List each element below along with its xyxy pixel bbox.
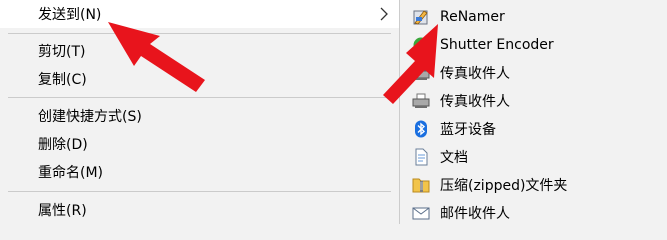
submenu-item-bluetooth[interactable]: 蓝牙设备 xyxy=(400,115,667,143)
chevron-right-icon xyxy=(380,7,388,21)
renamer-icon xyxy=(413,10,428,25)
submenu-item-label: ReNamer xyxy=(440,9,505,25)
submenu-item-label: 蓝牙设备 xyxy=(440,122,496,138)
submenu-item-label: 传真收件人 xyxy=(440,94,510,110)
menu-item-label: 重命名(M) xyxy=(38,165,104,181)
submenu-item-shutter-encoder[interactable]: Shutter Encoder xyxy=(400,31,667,59)
submenu-item-documents[interactable]: 文档 xyxy=(400,143,667,171)
mail-icon xyxy=(412,207,430,220)
submenu-item-renamer[interactable]: ReNamer xyxy=(400,3,667,31)
menu-item-properties[interactable]: 属性(R) xyxy=(0,196,399,224)
send-to-submenu: ReNamer Shutter Encoder 传真收件人 传真收件人 蓝牙设备 xyxy=(399,0,667,224)
menu-item-label: 发送到(N) xyxy=(38,7,102,23)
menu-item-label: 复制(C) xyxy=(38,72,87,88)
submenu-item-zip-folder[interactable]: 压缩(zipped)文件夹 xyxy=(400,171,667,199)
menu-item-cut[interactable]: 剪切(T) xyxy=(0,37,399,65)
fax-icon xyxy=(412,93,430,108)
documents-icon xyxy=(415,148,428,166)
submenu-item-fax-recipient[interactable]: 传真收件人 xyxy=(400,59,667,87)
menu-item-label: 剪切(T) xyxy=(38,44,86,60)
menu-item-label: 创建快捷方式(S) xyxy=(38,109,142,125)
submenu-item-label: 文档 xyxy=(440,150,468,166)
submenu-item-label: 传真收件人 xyxy=(440,66,510,82)
menu-item-label: 属性(R) xyxy=(38,203,87,219)
shutter-encoder-icon xyxy=(413,37,429,53)
menu-item-create-shortcut[interactable]: 创建快捷方式(S) xyxy=(0,102,399,130)
menu-item-delete[interactable]: 删除(D) xyxy=(0,130,399,158)
submenu-item-label: Shutter Encoder xyxy=(440,37,554,53)
menu-separator xyxy=(8,33,391,34)
menu-separator xyxy=(8,191,391,192)
submenu-item-label: 压缩(zipped)文件夹 xyxy=(440,178,568,194)
submenu-item-label: 邮件收件人 xyxy=(440,206,510,222)
menu-item-label: 删除(D) xyxy=(38,137,88,153)
context-menu: 发送到(N) 剪切(T) 复制(C) 创建快捷方式(S) 删除(D) 重命名(M… xyxy=(0,0,399,224)
menu-item-send-to[interactable]: 发送到(N) xyxy=(0,0,399,28)
bluetooth-icon xyxy=(415,120,427,138)
menu-separator xyxy=(8,97,391,98)
menu-item-rename[interactable]: 重命名(M) xyxy=(0,158,399,186)
submenu-item-fax-recipient[interactable]: 传真收件人 xyxy=(400,87,667,115)
menu-item-copy[interactable]: 复制(C) xyxy=(0,65,399,93)
submenu-item-mail-recipient[interactable]: 邮件收件人 xyxy=(400,199,667,227)
zip-folder-icon xyxy=(412,178,430,193)
fax-icon xyxy=(412,65,430,80)
